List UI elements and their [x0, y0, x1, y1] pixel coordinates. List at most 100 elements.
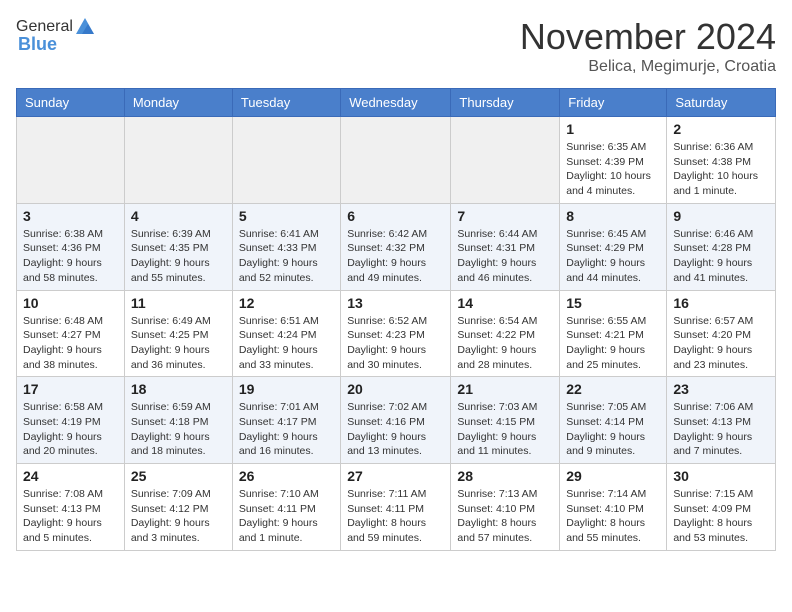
col-tuesday: Tuesday [232, 89, 340, 117]
day-info-2: Sunrise: 6:36 AM Sunset: 4:38 PM Dayligh… [673, 140, 769, 199]
day-info-5: Sunrise: 6:41 AM Sunset: 4:33 PM Dayligh… [239, 227, 334, 286]
day-number-20: 20 [347, 381, 444, 397]
day-info-14: Sunrise: 6:54 AM Sunset: 4:22 PM Dayligh… [457, 314, 553, 373]
day-number-16: 16 [673, 295, 769, 311]
calendar-cell-3-1: 18 Sunrise: 6:59 AM Sunset: 4:18 PM Dayli… [124, 377, 232, 464]
calendar-cell-4-1: 25 Sunrise: 7:09 AM Sunset: 4:12 PM Dayli… [124, 464, 232, 551]
calendar-cell-1-4: 7 Sunrise: 6:44 AM Sunset: 4:31 PM Daylig… [451, 203, 560, 290]
col-monday: Monday [124, 89, 232, 117]
col-wednesday: Wednesday [341, 89, 451, 117]
calendar-cell-2-1: 11 Sunrise: 6:49 AM Sunset: 4:25 PM Dayli… [124, 290, 232, 377]
day-info-8: Sunrise: 6:45 AM Sunset: 4:29 PM Dayligh… [566, 227, 660, 286]
title-block: November 2024 Belica, Megimurje, Croatia [520, 16, 776, 76]
day-info-28: Sunrise: 7:13 AM Sunset: 4:10 PM Dayligh… [457, 487, 553, 546]
day-number-21: 21 [457, 381, 553, 397]
calendar-cell-1-0: 3 Sunrise: 6:38 AM Sunset: 4:36 PM Daylig… [17, 203, 125, 290]
day-info-9: Sunrise: 6:46 AM Sunset: 4:28 PM Dayligh… [673, 227, 769, 286]
calendar-cell-1-6: 9Sunrise: 6:46 AM Sunset: 4:28 PM Daylig… [667, 203, 776, 290]
calendar-cell-0-0 [17, 117, 125, 204]
day-number-15: 15 [566, 295, 660, 311]
day-number-5: 5 [239, 208, 334, 224]
day-info-27: Sunrise: 7:11 AM Sunset: 4:11 PM Dayligh… [347, 487, 444, 546]
day-info-17: Sunrise: 6:58 AM Sunset: 4:19 PM Dayligh… [23, 400, 118, 459]
day-number-13: 13 [347, 295, 444, 311]
day-number-1: 1 [566, 121, 660, 137]
calendar-cell-0-5: 1 Sunrise: 6:35 AM Sunset: 4:39 PM Daylig… [560, 117, 667, 204]
week-row-2: 3 Sunrise: 6:38 AM Sunset: 4:36 PM Daylig… [17, 203, 776, 290]
calendar-cell-3-3: 20 Sunrise: 7:02 AM Sunset: 4:16 PM Dayli… [341, 377, 451, 464]
calendar-cell-4-2: 26 Sunrise: 7:10 AM Sunset: 4:11 PM Dayli… [232, 464, 340, 551]
day-number-26: 26 [239, 468, 334, 484]
day-info-26: Sunrise: 7:10 AM Sunset: 4:11 PM Dayligh… [239, 487, 334, 546]
day-number-27: 27 [347, 468, 444, 484]
day-info-10: Sunrise: 6:48 AM Sunset: 4:27 PM Dayligh… [23, 314, 118, 373]
week-row-5: 24 Sunrise: 7:08 AM Sunset: 4:13 PM Dayli… [17, 464, 776, 551]
day-info-3: Sunrise: 6:38 AM Sunset: 4:36 PM Dayligh… [23, 227, 118, 286]
calendar-cell-0-3 [341, 117, 451, 204]
day-number-29: 29 [566, 468, 660, 484]
day-number-10: 10 [23, 295, 118, 311]
calendar-cell-0-1 [124, 117, 232, 204]
day-number-4: 4 [131, 208, 226, 224]
col-friday: Friday [560, 89, 667, 117]
calendar-cell-4-6: 30Sunrise: 7:15 AM Sunset: 4:09 PM Dayli… [667, 464, 776, 551]
day-number-25: 25 [131, 468, 226, 484]
day-info-6: Sunrise: 6:42 AM Sunset: 4:32 PM Dayligh… [347, 227, 444, 286]
day-number-2: 2 [673, 121, 769, 137]
week-row-1: 1 Sunrise: 6:35 AM Sunset: 4:39 PM Daylig… [17, 117, 776, 204]
day-info-13: Sunrise: 6:52 AM Sunset: 4:23 PM Dayligh… [347, 314, 444, 373]
day-info-19: Sunrise: 7:01 AM Sunset: 4:17 PM Dayligh… [239, 400, 334, 459]
calendar-cell-2-5: 15 Sunrise: 6:55 AM Sunset: 4:21 PM Dayli… [560, 290, 667, 377]
day-number-19: 19 [239, 381, 334, 397]
day-info-15: Sunrise: 6:55 AM Sunset: 4:21 PM Dayligh… [566, 314, 660, 373]
day-info-25: Sunrise: 7:09 AM Sunset: 4:12 PM Dayligh… [131, 487, 226, 546]
calendar-cell-4-3: 27 Sunrise: 7:11 AM Sunset: 4:11 PM Dayli… [341, 464, 451, 551]
day-number-24: 24 [23, 468, 118, 484]
calendar-cell-1-3: 6 Sunrise: 6:42 AM Sunset: 4:32 PM Daylig… [341, 203, 451, 290]
day-info-12: Sunrise: 6:51 AM Sunset: 4:24 PM Dayligh… [239, 314, 334, 373]
day-number-17: 17 [23, 381, 118, 397]
day-info-1: Sunrise: 6:35 AM Sunset: 4:39 PM Dayligh… [566, 140, 660, 199]
calendar-cell-3-0: 17 Sunrise: 6:58 AM Sunset: 4:19 PM Dayli… [17, 377, 125, 464]
calendar-cell-4-5: 29 Sunrise: 7:14 AM Sunset: 4:10 PM Dayli… [560, 464, 667, 551]
day-info-18: Sunrise: 6:59 AM Sunset: 4:18 PM Dayligh… [131, 400, 226, 459]
header: General Blue November 2024 Belica, Megim… [16, 16, 776, 76]
day-info-11: Sunrise: 6:49 AM Sunset: 4:25 PM Dayligh… [131, 314, 226, 373]
day-number-28: 28 [457, 468, 553, 484]
calendar-cell-3-2: 19 Sunrise: 7:01 AM Sunset: 4:17 PM Dayli… [232, 377, 340, 464]
calendar-cell-3-6: 23 Sunrise: 7:06 AM Sunset: 4:13 PM Dayli… [667, 377, 776, 464]
day-number-6: 6 [347, 208, 444, 224]
calendar-cell-0-4 [451, 117, 560, 204]
calendar-cell-2-0: 10 Sunrise: 6:48 AM Sunset: 4:27 PM Dayli… [17, 290, 125, 377]
day-info-29: Sunrise: 7:14 AM Sunset: 4:10 PM Dayligh… [566, 487, 660, 546]
day-number-14: 14 [457, 295, 553, 311]
day-info-21: Sunrise: 7:03 AM Sunset: 4:15 PM Dayligh… [457, 400, 553, 459]
location: Belica, Megimurje, Croatia [520, 58, 776, 76]
day-number-30: 30 [673, 468, 769, 484]
col-sunday: Sunday [17, 89, 125, 117]
day-number-23: 23 [673, 381, 769, 397]
page: General Blue November 2024 Belica, Megim… [0, 0, 792, 567]
col-thursday: Thursday [451, 89, 560, 117]
calendar-cell-4-0: 24 Sunrise: 7:08 AM Sunset: 4:13 PM Dayli… [17, 464, 125, 551]
day-info-22: Sunrise: 7:05 AM Sunset: 4:14 PM Dayligh… [566, 400, 660, 459]
day-info-24: Sunrise: 7:08 AM Sunset: 4:13 PM Dayligh… [23, 487, 118, 546]
calendar-cell-3-4: 21 Sunrise: 7:03 AM Sunset: 4:15 PM Dayli… [451, 377, 560, 464]
day-number-18: 18 [131, 381, 226, 397]
day-number-11: 11 [131, 295, 226, 311]
calendar-cell-4-4: 28 Sunrise: 7:13 AM Sunset: 4:10 PM Dayli… [451, 464, 560, 551]
day-number-3: 3 [23, 208, 118, 224]
day-info-7: Sunrise: 6:44 AM Sunset: 4:31 PM Dayligh… [457, 227, 553, 286]
calendar-cell-0-6: 2 Sunrise: 6:36 AM Sunset: 4:38 PM Daylig… [667, 117, 776, 204]
month-title: November 2024 [520, 16, 776, 58]
calendar-cell-2-6: 16Sunrise: 6:57 AM Sunset: 4:20 PM Dayli… [667, 290, 776, 377]
calendar-cell-0-2 [232, 117, 340, 204]
day-info-4: Sunrise: 6:39 AM Sunset: 4:35 PM Dayligh… [131, 227, 226, 286]
day-number-22: 22 [566, 381, 660, 397]
day-info-20: Sunrise: 7:02 AM Sunset: 4:16 PM Dayligh… [347, 400, 444, 459]
logo-icon [74, 16, 96, 38]
calendar-cell-3-5: 22 Sunrise: 7:05 AM Sunset: 4:14 PM Dayli… [560, 377, 667, 464]
day-number-7: 7 [457, 208, 553, 224]
day-info-23: Sunrise: 7:06 AM Sunset: 4:13 PM Dayligh… [673, 400, 769, 459]
logo: General Blue [16, 16, 97, 55]
